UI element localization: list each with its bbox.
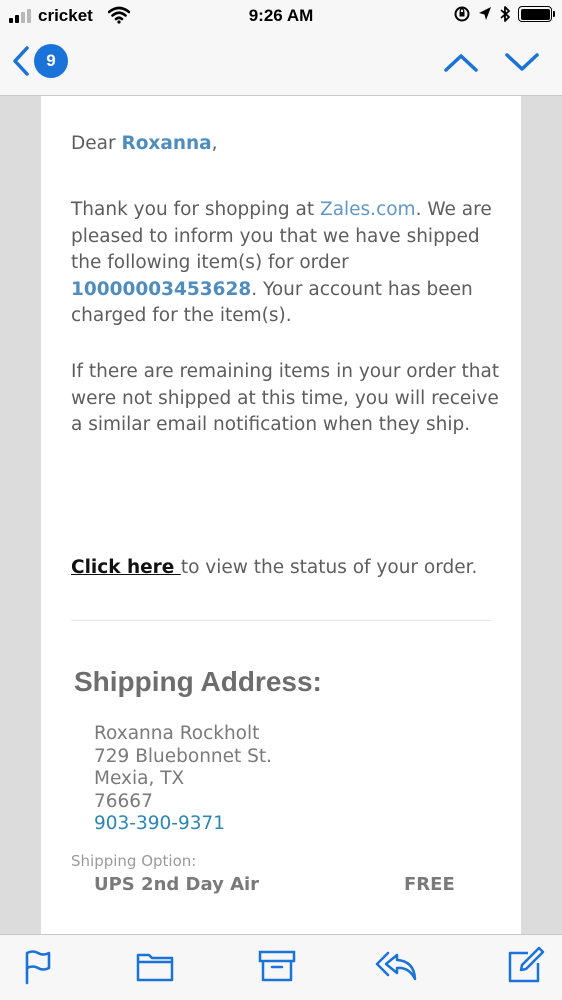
- compose-icon[interactable]: [506, 945, 546, 985]
- shipping-price: FREE: [404, 874, 455, 895]
- order-status-paragraph: Click here to view the status of your or…: [71, 555, 501, 582]
- shipping-method: UPS 2nd Day Air: [94, 874, 260, 895]
- chevron-down-icon[interactable]: [504, 48, 540, 76]
- nav-bar: 9: [0, 32, 562, 96]
- click-here-rest: to view the status of your order.: [180, 557, 478, 578]
- unread-count-badge: 9: [34, 44, 68, 78]
- greeting-prefix: Dear: [71, 133, 122, 154]
- battery-icon: [518, 6, 555, 22]
- email-body: Dear Roxanna, Thank you for shopping at …: [41, 96, 521, 934]
- bluetooth-icon: [500, 6, 510, 22]
- remaining-items-paragraph: If there are remaining items in your ord…: [71, 361, 500, 436]
- orientation-lock-icon: [454, 6, 470, 22]
- greeting: Dear Roxanna,: [71, 131, 501, 158]
- order-number-link[interactable]: 10000003453628: [71, 279, 251, 300]
- address-city-state: Mexia, TX: [94, 768, 185, 789]
- address-name: Roxanna Rockholt: [94, 723, 260, 744]
- address-street: 729 Bluebonnet St.: [94, 745, 273, 767]
- back-chevron-icon: [13, 46, 29, 76]
- zales-link[interactable]: Zales.com: [320, 199, 416, 220]
- shipping-address-block: Roxanna Rockholt 729 Bluebonnet St. Mexi…: [94, 723, 272, 836]
- shipping-address-heading: Shipping Address:: [74, 666, 322, 697]
- divider: [71, 620, 491, 621]
- customer-name: Roxanna: [121, 133, 212, 154]
- phone-link[interactable]: 903-390-9371: [94, 813, 272, 836]
- greeting-suffix: ,: [211, 133, 218, 154]
- chevron-up-icon[interactable]: [443, 48, 479, 76]
- p1-text-a: Thank you for shopping at: [71, 199, 321, 220]
- shipping-option-label: Shipping Option:: [71, 852, 197, 870]
- flag-icon[interactable]: [22, 949, 54, 985]
- address-zip: 76667: [94, 790, 153, 812]
- back-button[interactable]: 9: [12, 44, 68, 78]
- archive-icon[interactable]: [258, 949, 296, 983]
- folder-icon[interactable]: [136, 949, 174, 983]
- bottom-toolbar: [0, 934, 562, 1000]
- click-here-link[interactable]: Click here: [71, 557, 181, 578]
- location-icon: [479, 7, 491, 20]
- shipping-confirmation-paragraph: Thank you for shopping at Zales.com. We …: [71, 197, 501, 330]
- status-bar: cricket 9:26 AM: [0, 0, 562, 32]
- reply-icon[interactable]: [374, 949, 418, 983]
